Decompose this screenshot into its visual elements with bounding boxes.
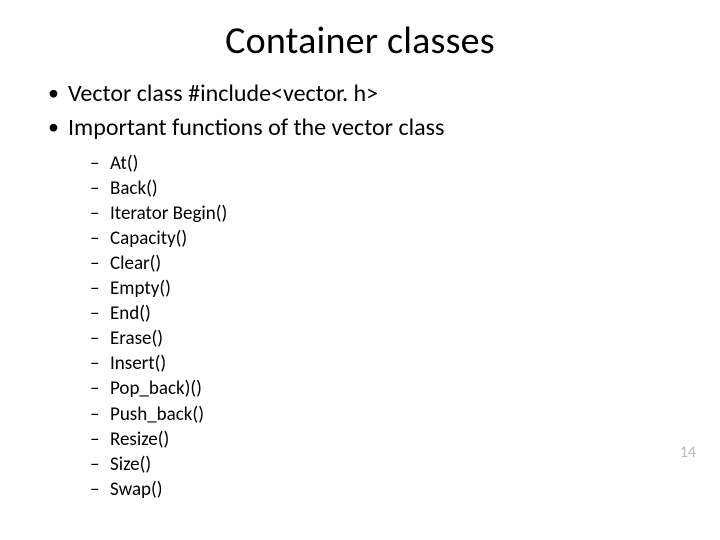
list-item: Vector class #include<vector. h> (40, 78, 680, 110)
list-item: Clear() (68, 251, 680, 276)
list-item: Push_back() (68, 402, 680, 427)
slide: Container classes Vector class #include<… (0, 0, 720, 540)
bullet-list-level-2: At() Back() Iterator Begin() Capacity() … (68, 151, 680, 502)
bullet-text: At() (110, 152, 138, 175)
list-item: Back() (68, 176, 680, 201)
bullet-text: Important functions of the vector class (68, 113, 444, 142)
bullet-text: Empty() (110, 277, 171, 300)
list-item: End() (68, 301, 680, 326)
page-number: 14 (680, 443, 696, 462)
list-item: Size() (68, 452, 680, 477)
bullet-text: Insert() (110, 352, 166, 375)
list-item: At() (68, 151, 680, 176)
list-item: Resize() (68, 427, 680, 452)
list-item: Iterator Begin() (68, 201, 680, 226)
list-item: Insert() (68, 351, 680, 376)
bullet-text: Back() (110, 177, 158, 200)
bullet-text: Capacity() (110, 227, 187, 250)
list-item: Swap() (68, 477, 680, 502)
bullet-list-level-1: Vector class #include<vector. h> Importa… (40, 78, 680, 502)
bullet-text: Clear() (110, 252, 161, 275)
bullet-text: Size() (110, 453, 151, 476)
bullet-text: Push_back() (110, 403, 204, 426)
list-item: Capacity() (68, 226, 680, 251)
slide-title: Container classes (40, 18, 680, 64)
bullet-text: Iterator Begin() (110, 202, 227, 225)
bullet-text: Pop_back)() (110, 377, 202, 400)
list-item: Empty() (68, 276, 680, 301)
list-item: Pop_back)() (68, 376, 680, 401)
bullet-text: Resize() (110, 428, 169, 451)
bullet-text: Erase() (110, 327, 163, 350)
list-item: Erase() (68, 326, 680, 351)
bullet-text: Vector class #include<vector. h> (68, 79, 378, 108)
bullet-text: Swap() (110, 478, 163, 501)
bullet-text: End() (110, 302, 151, 325)
list-item: Important functions of the vector class … (40, 112, 680, 501)
